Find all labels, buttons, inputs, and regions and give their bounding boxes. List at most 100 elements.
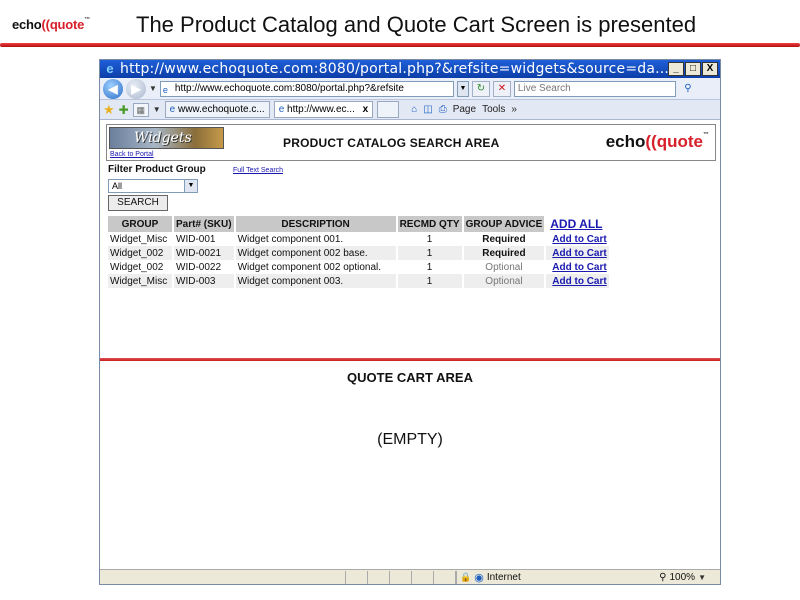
url-dropdown-icon[interactable]: ▼	[456, 80, 469, 97]
cell-qty: 1	[397, 246, 462, 260]
add-favorite-icon[interactable]: ✚	[119, 103, 129, 117]
address-bar: ◀ ▶ ▼ e http://www.echoquote.com:8080/po…	[100, 78, 720, 100]
close-tab-icon[interactable]: x	[363, 104, 369, 115]
live-search-input[interactable]: Live Search	[513, 80, 676, 97]
tab-list-dropdown-icon[interactable]: ▼	[153, 105, 161, 114]
logo-paren: ((	[41, 17, 50, 32]
slide-logo: echo((quote™	[12, 17, 90, 32]
cell-description: Widget component 003.	[235, 274, 396, 288]
cell-group: Widget_Misc	[108, 274, 172, 288]
tab-active[interactable]: e http://www.ec... x	[273, 101, 374, 118]
tools-menu[interactable]: Tools	[482, 104, 505, 115]
cell-group: Widget_002	[110, 261, 164, 273]
table-row: Widget_Misc WID-003 Widget component 003…	[108, 274, 609, 288]
catalog-table: GROUP Part# (SKU) DESCRIPTION RECMD QTY …	[106, 216, 611, 288]
slide-divider	[0, 43, 800, 47]
zoom-icon: ⚲	[659, 571, 667, 583]
search-icon[interactable]: ⚲	[679, 81, 697, 97]
logo-tm: ™	[84, 17, 91, 23]
zoom-dropdown-icon[interactable]: ▼	[698, 573, 706, 582]
zoom-control[interactable]: ⚲ 100% ▼	[659, 572, 720, 583]
maximize-button[interactable]: □	[685, 62, 701, 76]
cell-qty: 1	[397, 274, 462, 288]
more-chevron-icon[interactable]: »	[511, 104, 517, 115]
back-arrow-icon[interactable]: ◀	[103, 78, 123, 99]
cell-group: Widget_002	[108, 246, 172, 260]
minimize-button[interactable]: _	[668, 62, 684, 76]
add-to-cart-link[interactable]: Add to Cart	[546, 246, 609, 260]
url-text: http://www.echoquote.com:8080/portal.php…	[174, 82, 404, 94]
cell-sku: WID-001	[176, 233, 216, 245]
filter-label: Filter Product Group	[108, 164, 206, 175]
refresh-icon[interactable]: ↻	[471, 80, 490, 97]
cell-advice: Required	[463, 246, 545, 260]
product-group-select[interactable]: All ▼	[108, 179, 198, 193]
catalog-header: Widgets Back to Portal PRODUCT CATALOG S…	[106, 124, 716, 161]
brand-paren: ((	[645, 132, 657, 151]
cell-description: Widget component 002 optional.	[237, 261, 382, 273]
brand-echo: echo	[605, 132, 646, 151]
security-zone[interactable]: 🔒 ◉ Internet	[456, 570, 602, 584]
status-cell	[346, 570, 368, 584]
status-cell	[412, 570, 434, 584]
full-text-search-link[interactable]: Full Text Search	[233, 167, 283, 174]
history-dropdown-icon[interactable]: ▼	[149, 84, 157, 93]
tab-ie-icon: e	[278, 104, 285, 115]
col-advice[interactable]: GROUP ADVICE	[463, 216, 545, 232]
status-text-cell	[100, 570, 346, 584]
forward-arrow-icon[interactable]: ▶	[126, 78, 146, 99]
cell-sku: WID-0021	[174, 246, 234, 260]
quick-tabs-icon[interactable]: ▦	[132, 102, 149, 117]
page-menu[interactable]: Page	[453, 104, 476, 115]
close-button[interactable]: X	[702, 62, 718, 76]
page-content: Widgets Back to Portal PRODUCT CATALOG S…	[100, 121, 720, 571]
chevron-down-icon[interactable]: ▼	[184, 180, 197, 192]
brand-quote: quote	[656, 132, 703, 151]
page-icon: e	[162, 84, 168, 95]
col-description[interactable]: DESCRIPTION	[235, 216, 396, 232]
slide: echo((quote™ The Product Catalog and Quo…	[0, 0, 800, 600]
home-icon[interactable]: ⌂	[411, 104, 417, 115]
feeds-icon[interactable]: ◫	[423, 104, 432, 115]
add-to-cart-link[interactable]: Add to Cart	[546, 232, 608, 246]
cell-advice: Optional	[485, 261, 523, 273]
cell-advice: Required	[482, 233, 526, 245]
ie-icon: e	[106, 61, 114, 76]
add-all-link[interactable]: ADD ALL	[546, 216, 608, 232]
zone-label: Internet	[486, 571, 521, 583]
add-to-cart-link[interactable]: Add to Cart	[546, 274, 609, 288]
cell-description: Widget component 001.	[237, 233, 344, 245]
tab-label: www.echoquote.c...	[177, 104, 265, 115]
browser-window: e http://www.echoquote.com:8080/portal.p…	[99, 59, 721, 585]
col-group[interactable]: GROUP	[108, 216, 172, 232]
window-title: http://www.echoquote.com:8080/portal.php…	[120, 61, 668, 77]
url-input[interactable]: e http://www.echoquote.com:8080/portal.p…	[159, 80, 454, 97]
new-tab-button[interactable]	[377, 101, 400, 118]
table-row: Widget_002 WID-0021 Widget component 002…	[108, 246, 609, 260]
back-to-portal-link[interactable]: Back to Portal	[110, 151, 154, 158]
catalog-title: PRODUCT CATALOG SEARCH AREA	[283, 136, 500, 150]
logo-echo: echo	[12, 17, 42, 32]
tab-label: http://www.ec...	[287, 104, 355, 115]
zoom-level: 100%	[669, 571, 696, 583]
tab-ie-icon: e	[169, 104, 176, 115]
globe-icon: ◉	[474, 571, 484, 584]
command-bar: ⌂ ◫ ⎙ Page Tools »	[411, 104, 517, 115]
cell-qty: 1	[426, 233, 433, 245]
slide-title: The Product Catalog and Quote Cart Scree…	[136, 12, 697, 37]
widgets-logo[interactable]: Widgets	[109, 127, 224, 149]
search-button[interactable]: SEARCH	[108, 195, 168, 211]
logo-quote: quote	[49, 17, 85, 32]
stop-icon[interactable]: ✕	[492, 80, 511, 97]
print-icon[interactable]: ⎙	[439, 104, 447, 115]
status-cell	[434, 570, 456, 584]
col-qty[interactable]: RECMD QTY	[397, 216, 462, 232]
col-sku[interactable]: Part# (SKU)	[174, 216, 234, 232]
status-bar: 🔒 ◉ Internet ⚲ 100% ▼	[100, 569, 720, 584]
add-to-cart-link[interactable]: Add to Cart	[546, 260, 608, 274]
cart-empty-message: (EMPTY)	[377, 431, 443, 448]
favorites-star-icon[interactable]: ★	[103, 102, 115, 118]
tab-echoquote[interactable]: e www.echoquote.c...	[164, 101, 270, 118]
tab-bar: ★ ✚ ▦ ▼ e www.echoquote.c... e http://ww…	[100, 100, 720, 120]
cell-qty: 1	[426, 261, 433, 273]
